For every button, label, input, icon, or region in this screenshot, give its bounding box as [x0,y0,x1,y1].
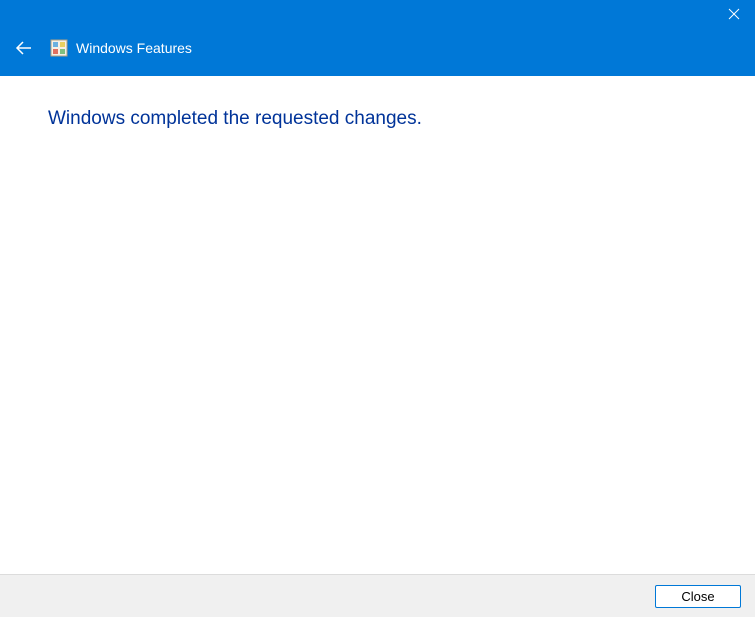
dialog-content: Windows completed the requested changes. [0,76,755,574]
window-close-button[interactable] [719,4,749,24]
dialog-footer: Close [0,574,755,617]
close-icon [728,8,740,20]
status-message: Windows completed the requested changes. [48,108,707,130]
close-button[interactable]: Close [655,585,741,608]
header-nav-area: Windows Features [0,34,192,62]
dialog-header: Windows Features [0,0,755,76]
back-button[interactable] [10,34,38,62]
back-arrow-icon [15,41,33,55]
windows-features-icon [50,39,68,57]
dialog-title: Windows Features [76,40,192,56]
